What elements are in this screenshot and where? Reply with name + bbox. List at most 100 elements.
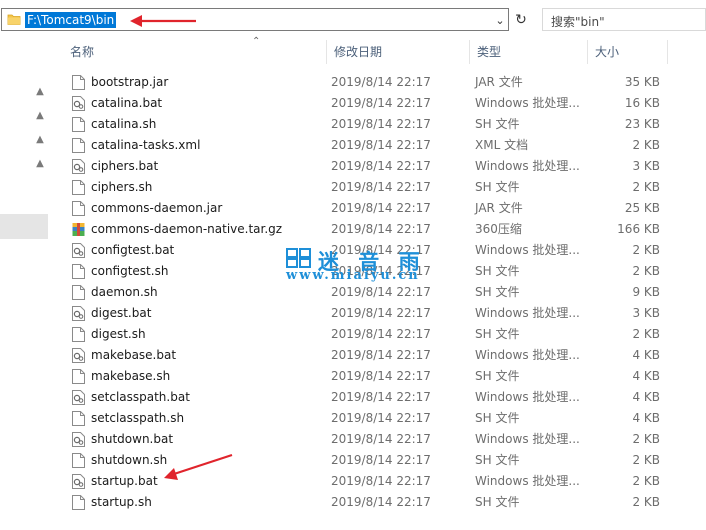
file-name[interactable]: startup.bat [91,471,158,492]
jar-file-icon [72,201,85,216]
address-toolbar: F:\Tomcat9\bin ⌄ ↻ 搜索"bin" [0,0,706,40]
file-name[interactable]: catalina.sh [91,114,156,135]
file-row[interactable]: shutdown.bat 2019/8/14 22:17 Windows 批处理..… [62,429,668,450]
file-size: 4 KB [632,369,660,383]
generic-file-icon [72,264,85,279]
watermark-url: www.miaiyu.cn [286,268,420,283]
file-name[interactable]: makebase.sh [91,366,170,387]
bat-file-icon [72,306,85,321]
file-name[interactable]: catalina-tasks.xml [91,135,200,156]
file-type: JAR 文件 [475,201,523,215]
file-type: Windows 批处理... [475,159,580,173]
file-date: 2019/8/14 22:17 [331,159,431,173]
file-row[interactable]: makebase.sh 2019/8/14 22:17 SH 文件 4 KB [62,366,668,387]
search-placeholder: 搜索"bin" [551,15,605,29]
column-size[interactable]: 大小 [587,40,667,64]
file-row[interactable]: catalina.bat 2019/8/14 22:17 Windows 批处理..… [62,93,668,114]
file-date: 2019/8/14 22:17 [331,306,431,320]
file-row[interactable]: shutdown.sh 2019/8/14 22:17 SH 文件 2 KB [62,450,668,471]
file-size: 2 KB [632,138,660,152]
file-date: 2019/8/14 22:17 [331,474,431,488]
file-size: 4 KB [632,411,660,425]
file-date: 2019/8/14 22:17 [331,96,431,110]
file-name[interactable]: shutdown.bat [91,429,173,450]
column-date[interactable]: 修改日期 [326,40,469,64]
file-date: 2019/8/14 22:17 [331,138,431,152]
file-row[interactable]: digest.sh 2019/8/14 22:17 SH 文件 2 KB [62,324,668,345]
file-name[interactable]: digest.sh [91,324,146,345]
file-row[interactable]: commons-daemon-native.tar.gz 2019/8/14 22… [62,219,668,240]
file-size: 16 KB [624,96,660,110]
column-divider[interactable] [667,40,668,64]
file-name[interactable]: setclasspath.sh [91,408,184,429]
file-name[interactable]: digest.bat [91,303,151,324]
pin-icon[interactable]: ▲ [34,86,46,98]
file-name[interactable]: shutdown.sh [91,450,167,471]
file-name[interactable]: configtest.sh [91,261,168,282]
file-type: Windows 批处理... [475,390,580,404]
file-size: 4 KB [632,348,660,362]
file-date: 2019/8/14 22:17 [331,411,431,425]
file-row[interactable]: startup.bat 2019/8/14 22:17 Windows 批处理...… [62,471,668,492]
file-name[interactable]: ciphers.sh [91,177,152,198]
file-row[interactable]: makebase.bat 2019/8/14 22:17 Windows 批处理..… [62,345,668,366]
file-name[interactable]: bootstrap.jar [91,72,168,93]
file-name[interactable]: ciphers.bat [91,156,158,177]
search-input[interactable]: 搜索"bin" [542,8,706,31]
bat-file-icon [72,243,85,258]
file-name[interactable]: catalina.bat [91,93,162,114]
file-name[interactable]: commons-daemon-native.tar.gz [91,219,282,240]
file-row[interactable]: bootstrap.jar 2019/8/14 22:17 JAR 文件 35 KB [62,72,668,93]
file-row[interactable]: catalina-tasks.xml 2019/8/14 22:17 XML 文档 2… [62,135,668,156]
jar-file-icon [72,75,85,90]
file-type: SH 文件 [475,411,520,425]
generic-file-icon [72,495,85,510]
annotation-arrow-top [130,15,196,27]
pin-icon[interactable]: ▲ [34,110,46,122]
file-date: 2019/8/14 22:17 [331,117,431,131]
file-size: 2 KB [632,453,660,467]
file-row[interactable]: ciphers.sh 2019/8/14 22:17 SH 文件 2 KB [62,177,668,198]
pin-icon[interactable]: ▲ [34,158,46,170]
file-name[interactable]: startup.sh [91,492,152,513]
nav-selected-item[interactable] [0,214,48,239]
file-type: Windows 批处理... [475,348,580,362]
file-name[interactable]: commons-daemon.jar [91,198,222,219]
navigation-pane: ▲ ▲ ▲ ▲ [0,40,48,530]
file-row[interactable]: setclasspath.bat 2019/8/14 22:17 Windows 批… [62,387,668,408]
file-size: 2 KB [632,432,660,446]
column-name[interactable]: 名称 [62,40,326,64]
file-row[interactable]: catalina.sh 2019/8/14 22:17 SH 文件 23 KB [62,114,668,135]
file-row[interactable]: digest.bat 2019/8/14 22:17 Windows 批处理... 3… [62,303,668,324]
file-date: 2019/8/14 22:17 [331,495,431,509]
address-path[interactable]: F:\Tomcat9\bin [25,12,117,28]
refresh-icon[interactable]: ↻ [511,8,531,31]
generic-file-icon [72,369,85,384]
file-row[interactable]: ciphers.bat 2019/8/14 22:17 Windows 批处理...… [62,156,668,177]
file-row[interactable]: setclasspath.sh 2019/8/14 22:17 SH 文件 4 KB [62,408,668,429]
file-type: SH 文件 [475,327,520,341]
file-type: SH 文件 [475,180,520,194]
file-size: 2 KB [632,264,660,278]
file-size: 3 KB [632,159,660,173]
column-header: ⌃ 名称 修改日期 类型 大小 [62,36,706,64]
file-size: 4 KB [632,390,660,404]
file-row[interactable]: startup.sh 2019/8/14 22:17 SH 文件 2 KB [62,492,668,513]
file-name[interactable]: daemon.sh [91,282,158,303]
file-date: 2019/8/14 22:17 [331,180,431,194]
file-row[interactable]: commons-daemon.jar 2019/8/14 22:17 JAR 文件 2… [62,198,668,219]
column-type[interactable]: 类型 [469,40,587,64]
file-date: 2019/8/14 22:17 [331,369,431,383]
file-name[interactable]: configtest.bat [91,240,174,261]
file-size: 3 KB [632,306,660,320]
file-name[interactable]: setclasspath.bat [91,387,190,408]
watermark-logo-icon [286,248,311,268]
file-type: SH 文件 [475,117,520,131]
chevron-down-icon[interactable]: ⌄ [493,12,507,28]
pin-icon[interactable]: ▲ [34,134,46,146]
file-name[interactable]: makebase.bat [91,345,176,366]
file-size: 2 KB [632,180,660,194]
watermark: 迷 音 雨 www.miaiyu.cn [286,246,436,286]
file-type: Windows 批处理... [475,432,580,446]
address-bar[interactable]: F:\Tomcat9\bin ⌄ [1,8,509,31]
